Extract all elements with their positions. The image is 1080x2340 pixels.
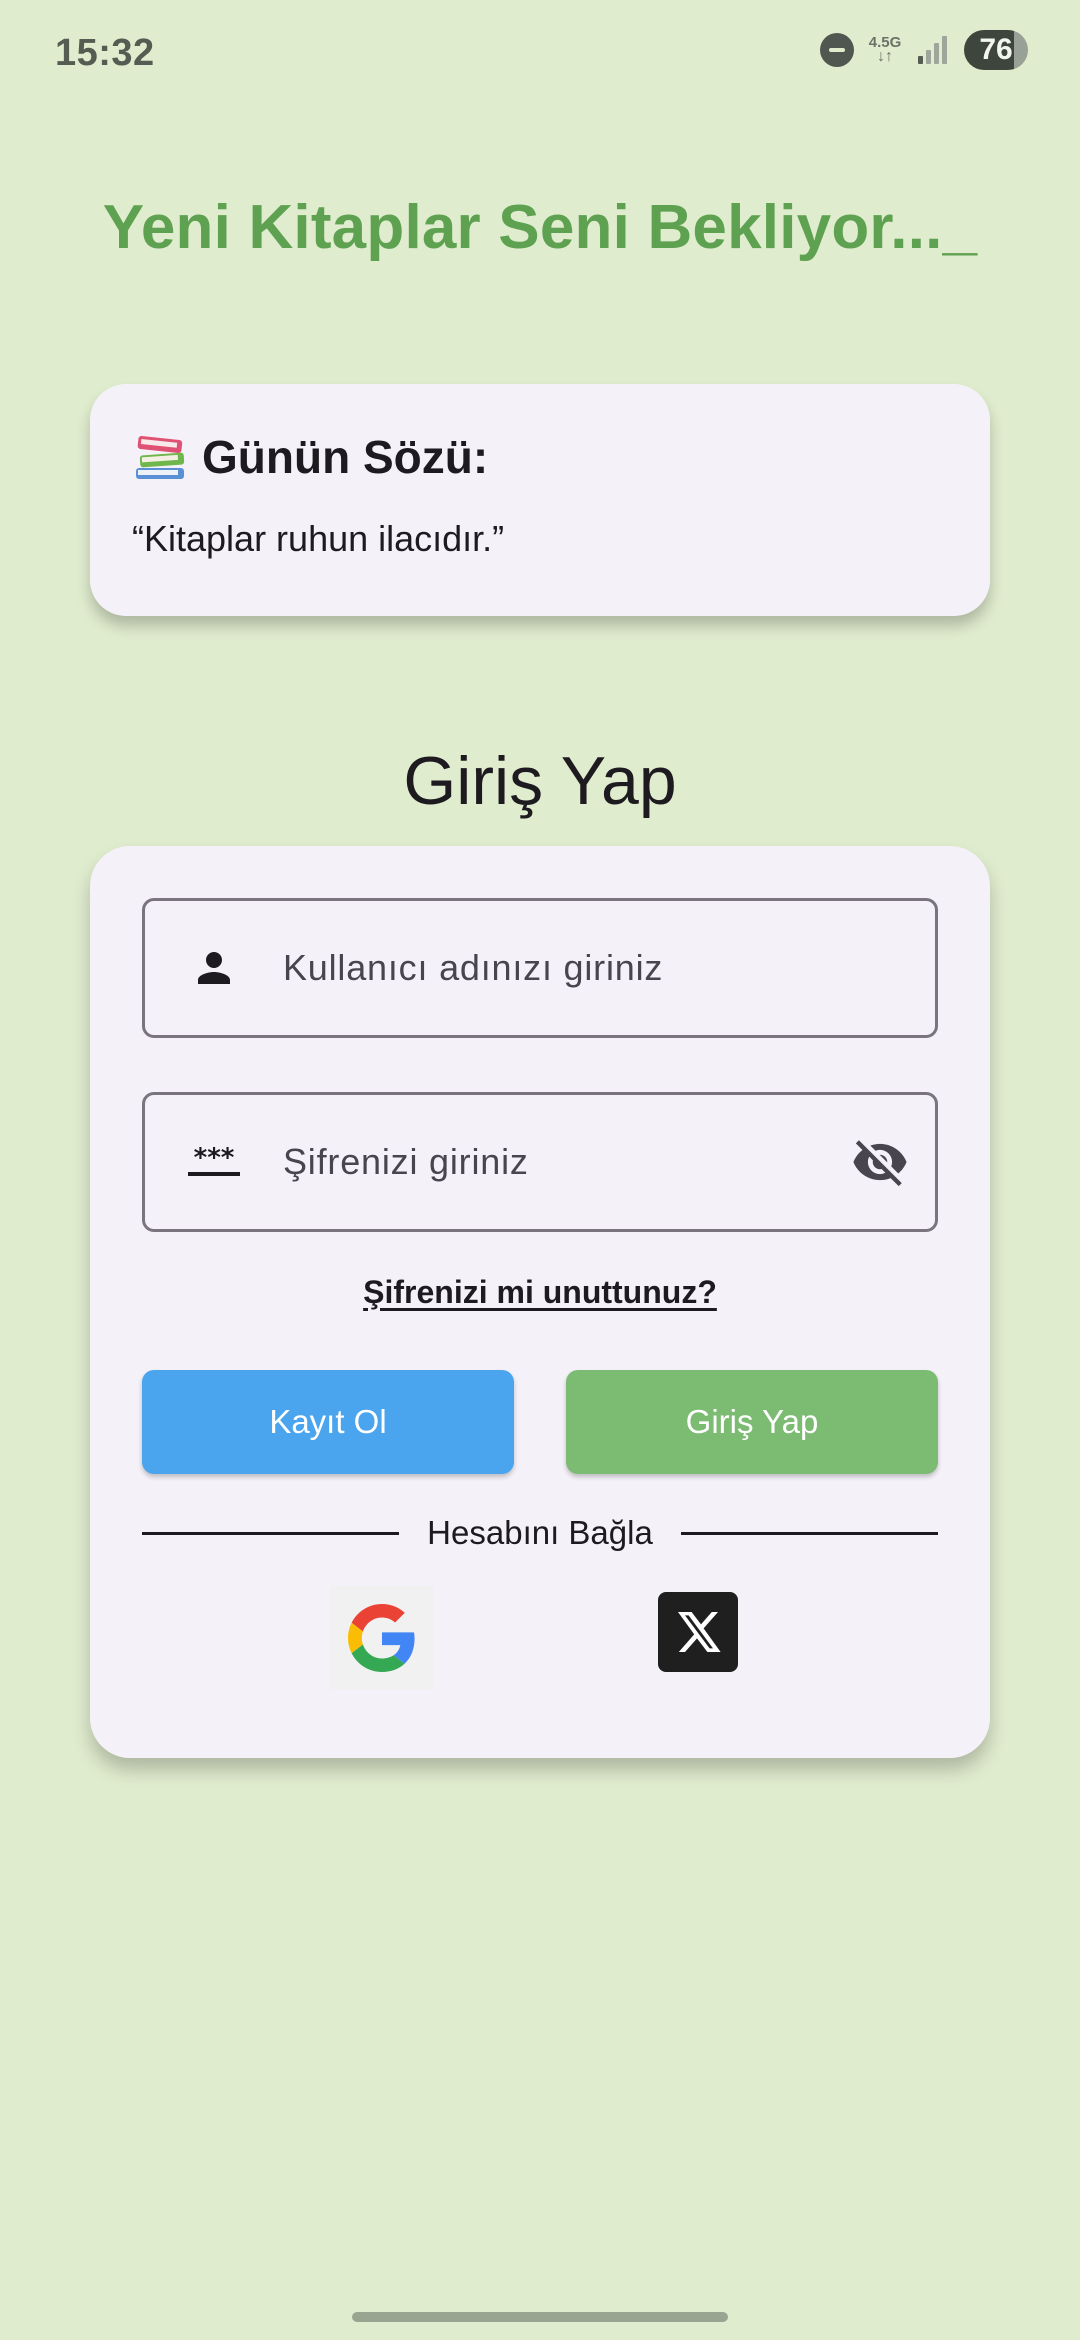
login-screen: 15:32 4.5G ↓↑ 76 Yeni Kitaplar Seni Bekl… bbox=[0, 0, 1080, 2340]
username-field[interactable] bbox=[142, 898, 938, 1038]
login-card: *** Şifrenizi mi unuttunuz? Kayıt Ol Gir… bbox=[90, 846, 990, 1758]
divider-label: Hesabını Bağla bbox=[427, 1514, 653, 1551]
login-button[interactable]: Giriş Yap bbox=[566, 1370, 938, 1474]
page-headline: Yeni Kitaplar Seni Bekliyor..._ bbox=[102, 193, 978, 262]
link-account-divider: Hesabını Bağla bbox=[142, 1514, 938, 1552]
register-button[interactable]: Kayıt Ol bbox=[142, 1370, 514, 1474]
svg-text:***: *** bbox=[194, 1143, 235, 1173]
divider-line-left bbox=[142, 1531, 400, 1535]
quote-card-header: Günün Sözü: bbox=[132, 430, 948, 484]
home-indicator[interactable] bbox=[352, 2312, 728, 2322]
divider-line-right bbox=[680, 1531, 938, 1535]
status-icons: 4.5G ↓↑ 76 bbox=[820, 30, 1028, 70]
network-activity-icon: 4.5G ↓↑ bbox=[868, 34, 902, 65]
eye-off-icon[interactable] bbox=[825, 1095, 935, 1229]
login-title: Giriş Yap bbox=[403, 743, 677, 819]
quote-card: Günün Sözü: “Kitaplar ruhun ilacıdır.” bbox=[90, 384, 990, 616]
forgot-password-link[interactable]: Şifrenizi mi unuttunuz? bbox=[90, 1274, 990, 1311]
status-time: 15:32 bbox=[55, 32, 155, 74]
quote-text: “Kitaplar ruhun ilacıdır.” bbox=[132, 518, 505, 559]
person-icon bbox=[145, 944, 283, 992]
x-icon[interactable] bbox=[658, 1592, 738, 1672]
password-field[interactable]: *** bbox=[142, 1092, 938, 1232]
password-input[interactable] bbox=[283, 1141, 825, 1183]
signal-icon bbox=[918, 36, 947, 64]
password-icon: *** bbox=[145, 1142, 283, 1182]
do-not-disturb-icon bbox=[820, 33, 854, 67]
quote-title: Günün Sözü: bbox=[202, 431, 489, 483]
battery-icon: 76 bbox=[964, 30, 1028, 70]
google-icon[interactable] bbox=[330, 1586, 434, 1690]
books-icon bbox=[136, 436, 185, 479]
username-input[interactable] bbox=[283, 947, 935, 989]
